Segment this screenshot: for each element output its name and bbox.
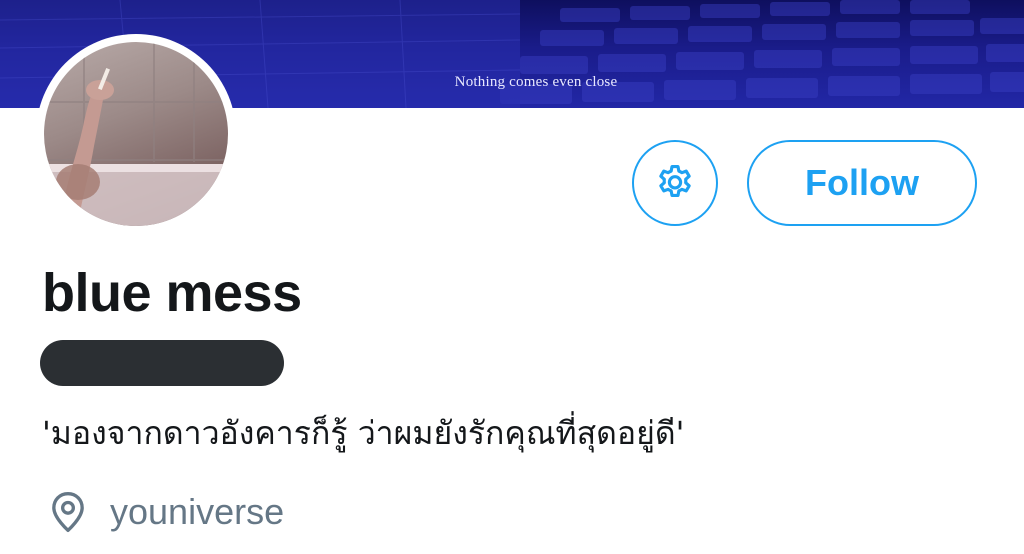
redacted-handle (40, 340, 284, 386)
avatar-image (44, 42, 228, 226)
display-name: blue mess (42, 263, 302, 323)
avatar[interactable] (36, 34, 236, 234)
follow-button[interactable]: Follow (747, 140, 977, 226)
profile-location: youniverse (48, 490, 284, 534)
profile-bio: 'มองจากดาวอังคารก็รู้ ว่าผมยังรักคุณที่ส… (42, 414, 685, 452)
profile-page: Nothing comes even close Follow blue mes… (0, 0, 1024, 554)
gear-icon (659, 164, 691, 197)
location-text: youniverse (110, 491, 285, 532)
location-pin-icon (52, 491, 84, 532)
settings-button[interactable] (632, 140, 718, 226)
